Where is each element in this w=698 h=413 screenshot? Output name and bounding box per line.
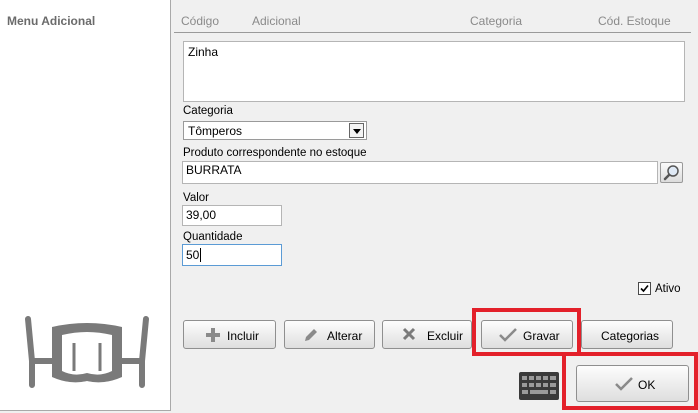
pencil-icon [305, 329, 317, 341]
alterar-label: Alterar [327, 329, 363, 343]
main-panel: Código Adicional Categoria Cód. Estoque … [171, 0, 698, 413]
categorias-label: Categorias [601, 329, 660, 343]
categorias-button[interactable]: Categorias [581, 320, 673, 349]
produto-input[interactable]: BURRATA [182, 161, 658, 184]
ativo-label: Ativo [655, 283, 681, 295]
chair-table-icon [25, 316, 149, 388]
column-codigo[interactable]: Código [181, 14, 219, 28]
gravar-highlight [472, 308, 581, 356]
valor-label: Valor [183, 192, 209, 204]
ok-highlight [562, 352, 698, 410]
sidebar-title: Menu Adicional [7, 14, 96, 28]
quantidade-input[interactable]: 50 [182, 244, 282, 266]
text-cursor [200, 248, 202, 262]
excluir-label: Excluir [427, 329, 464, 343]
description-textarea[interactable]: Zinha [183, 41, 685, 102]
check-icon [640, 284, 649, 293]
grid-header: Código Adicional Categoria Cód. Estoque [174, 6, 691, 33]
quantidade-value: 50 [186, 248, 200, 262]
alterar-button[interactable]: Alterar [284, 320, 375, 349]
quantidade-label: Quantidade [183, 231, 243, 243]
categoria-select[interactable]: Tômperos [183, 121, 367, 140]
categoria-label: Categoria [183, 105, 233, 117]
plus-icon [206, 328, 220, 342]
produto-label: Produto correspondente no estoque [183, 147, 367, 159]
ativo-checkbox[interactable] [638, 282, 651, 295]
valor-input[interactable]: 39,00 [182, 205, 282, 226]
incluir-label: Incluir [227, 329, 260, 343]
search-button[interactable] [660, 162, 683, 183]
chevron-down-icon[interactable] [349, 123, 364, 138]
keyboard-icon[interactable] [519, 372, 559, 400]
valor-value: 39,00 [186, 208, 217, 222]
column-cod-estoque[interactable]: Cód. Estoque [598, 14, 671, 28]
incluir-button[interactable]: Incluir [183, 320, 276, 349]
excluir-button[interactable]: Excluir [382, 320, 472, 349]
sidebar: Menu Adicional [0, 0, 171, 411]
categoria-value: Tômperos [188, 124, 243, 138]
column-adicional[interactable]: Adicional [252, 14, 301, 28]
produto-value: BURRATA [186, 163, 242, 177]
column-categoria[interactable]: Categoria [470, 14, 522, 28]
description-value: Zinha [188, 45, 219, 59]
search-icon [663, 165, 679, 181]
x-icon [402, 327, 416, 341]
